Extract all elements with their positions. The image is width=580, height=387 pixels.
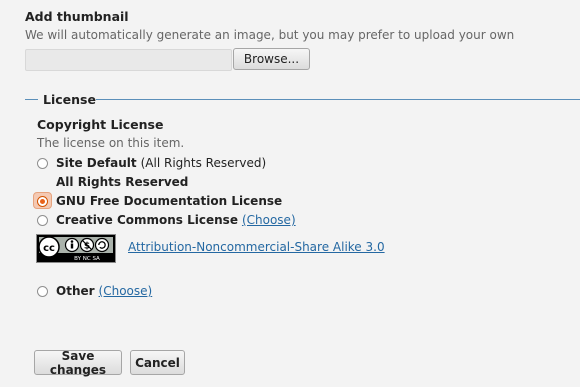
license-option-gnu-fdl[interactable]: GNU Free Documentation License — [37, 194, 282, 208]
radio-all-rights-reserved[interactable] — [37, 177, 48, 188]
thumbnail-file-input[interactable] — [25, 49, 232, 71]
cancel-button[interactable]: Cancel — [130, 350, 185, 375]
license-option-other[interactable]: Other (Choose) — [37, 284, 152, 298]
option-label: Site Default — [56, 156, 137, 170]
option-label: GNU Free Documentation License — [56, 194, 283, 208]
cc-badge-text: BY NC SA — [74, 256, 100, 262]
option-suffix: (All Rights Reserved) — [140, 156, 267, 170]
radio-other[interactable] — [37, 285, 48, 297]
radio-site-default[interactable] — [37, 157, 48, 169]
option-label: All Rights Reserved — [56, 175, 189, 189]
option-label: Creative Commons License — [56, 213, 238, 227]
fieldset-border-left — [25, 99, 38, 100]
license-option-site-default[interactable]: Site Default (All Rights Reserved) — [37, 156, 266, 170]
license-option-all-rights-reserved[interactable]: All Rights Reserved — [37, 175, 188, 189]
license-legend: License — [43, 92, 96, 107]
option-label: Other — [56, 284, 95, 298]
radio-creative-commons[interactable] — [37, 214, 48, 226]
svg-text:cc: cc — [43, 243, 55, 254]
fieldset-border-right — [96, 99, 580, 100]
license-option-creative-commons[interactable]: Creative Commons License (Choose) — [37, 213, 296, 227]
browse-button[interactable]: Browse... — [233, 48, 310, 70]
copyright-license-heading: Copyright License — [37, 117, 164, 132]
save-changes-button[interactable]: Save changes — [34, 349, 122, 377]
thumbnail-heading: Add thumbnail — [25, 9, 129, 24]
radio-gnu-fdl[interactable] — [37, 195, 48, 207]
cc-by-nc-sa-badge: cc $ BY NC SA — [36, 234, 116, 263]
license-help-text: The license on this item. — [37, 136, 185, 150]
cc-choose-link[interactable]: (Choose) — [242, 213, 296, 227]
thumbnail-help-text: We will automatically generate an image,… — [25, 28, 515, 42]
cc-license-link[interactable]: Attribution-Noncommercial-Share Alike 3.… — [128, 240, 385, 254]
other-choose-link[interactable]: (Choose) — [99, 284, 153, 298]
